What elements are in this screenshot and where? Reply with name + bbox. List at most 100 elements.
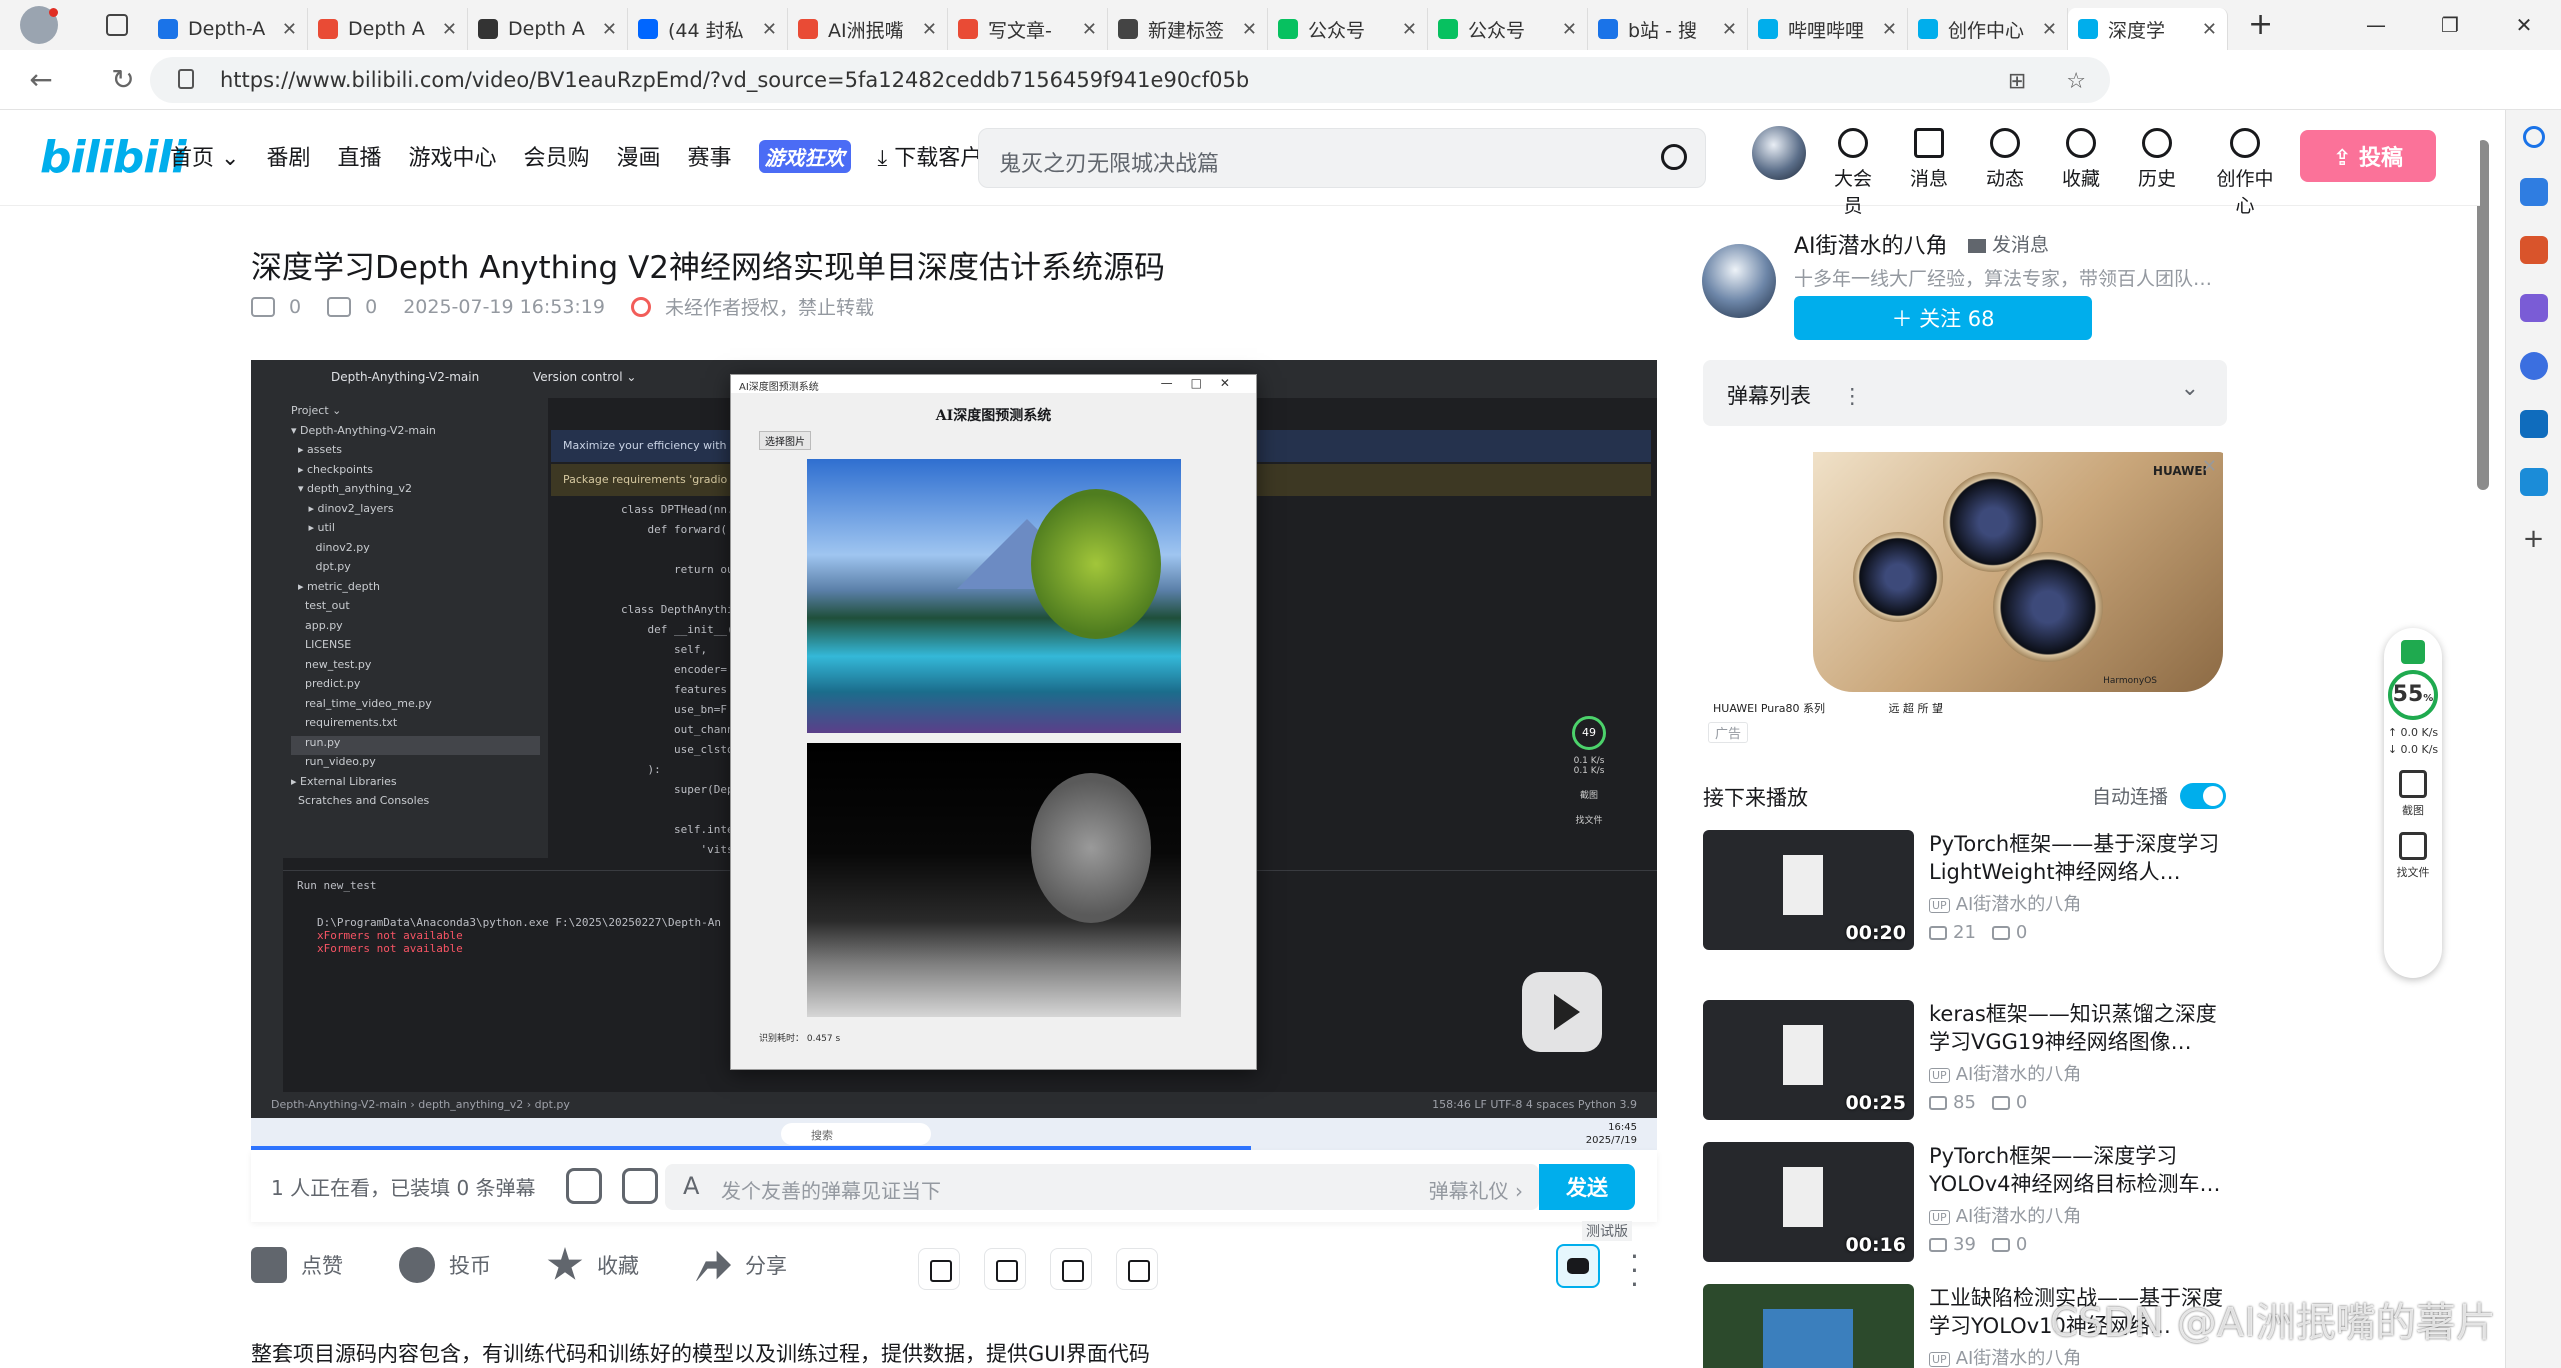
browser-tab[interactable]: AI洲抿嘴 ✕	[788, 8, 948, 50]
video-uploader[interactable]: UP AI街潜水的八角	[1929, 1202, 2081, 1228]
video-thumbnail[interactable]: 00:25	[1703, 1000, 1914, 1120]
nav-manga[interactable]: 漫画	[617, 140, 661, 173]
user-avatar[interactable]	[1752, 126, 1806, 180]
danmaku-settings-icon[interactable]	[621, 1168, 658, 1204]
video-thumbnail[interactable]: 00:16	[1703, 1142, 1914, 1262]
games-icon[interactable]	[2519, 294, 2548, 322]
report-icon[interactable]	[1116, 1248, 1158, 1290]
network-speed-widget[interactable]: 55% ↑ 0.0 K/s ↓ 0.0 K/s 截图 找文件	[2384, 628, 2442, 978]
ai-assistant-icon[interactable]	[1556, 1244, 1600, 1288]
browser-tab[interactable]: 哔哩哔哩 ✕	[1748, 8, 1908, 50]
close-tab-icon[interactable]: ✕	[1882, 19, 1897, 40]
danmaku-input[interactable]: A 发个友善的弹幕见证当下 弹幕礼仪 ›	[665, 1164, 1539, 1210]
search-input[interactable]: 鬼灭之刃无限城决战篇	[978, 128, 1706, 188]
address-bar[interactable]: https://www.bilibili.com/video/BV1eauRzp…	[150, 57, 2110, 103]
video-uploader[interactable]: UP AI街潜水的八角	[1929, 1060, 2081, 1086]
search-icon[interactable]	[2522, 126, 2545, 148]
favorites-button[interactable]: 收藏	[2056, 128, 2106, 218]
video-title-link[interactable]: keras框架——知识蒸馏之深度学习VGG19神经网络图像…	[1929, 1000, 2229, 1056]
find-file-icon[interactable]	[2399, 832, 2427, 860]
like-button[interactable]: 点赞	[251, 1247, 343, 1283]
browser-tab[interactable]: 公众号 ✕	[1268, 8, 1428, 50]
browser-tab[interactable]: Depth-A ✕	[148, 8, 308, 50]
outlook-icon[interactable]	[2519, 410, 2548, 438]
chevron-down-icon[interactable]: ⌄	[2181, 376, 2199, 401]
video-thumbnail[interactable]: 00:20	[1703, 830, 1914, 950]
browser-tab[interactable]: 深度学 ✕	[2068, 8, 2228, 50]
nav-anime[interactable]: 番剧	[266, 140, 310, 173]
nav-game-center[interactable]: 游戏中心	[408, 140, 496, 173]
dynamics-button[interactable]: 动态	[1980, 128, 2030, 218]
close-tab-icon[interactable]: ✕	[602, 19, 617, 40]
tab-actions-icon[interactable]	[106, 14, 128, 36]
close-window-button[interactable]: ✕	[2487, 0, 2561, 50]
send-icon[interactable]	[2519, 468, 2548, 496]
restore-button[interactable]: ❐	[2413, 0, 2487, 50]
close-tab-icon[interactable]: ✕	[1082, 19, 1097, 40]
danmaku-etiquette-link[interactable]: 弹幕礼仪 ›	[1429, 1175, 1523, 1204]
messages-button[interactable]: 消息	[1904, 128, 1954, 218]
autoplay-switch[interactable]	[2180, 782, 2227, 809]
back-button[interactable]: ←	[16, 63, 66, 96]
pin-icon[interactable]	[984, 1248, 1026, 1290]
close-tab-icon[interactable]: ✕	[1722, 19, 1737, 40]
vip-button[interactable]: 大会员	[1828, 128, 1878, 218]
minimize-button[interactable]: —	[2339, 0, 2413, 50]
browser-tab[interactable]: (44 封私 ✕	[628, 8, 788, 50]
close-tab-icon[interactable]: ✕	[2042, 19, 2057, 40]
play-button[interactable]	[1522, 972, 1602, 1052]
send-message-link[interactable]: 发消息	[1968, 230, 2049, 257]
nav-live[interactable]: 直播	[337, 140, 381, 173]
danmaku-list-panel[interactable]: 弹幕列表 ⋮ ⌄	[1703, 360, 2227, 426]
close-tab-icon[interactable]: ✕	[1562, 19, 1577, 40]
bilibili-logo[interactable]: bilibili	[40, 132, 186, 183]
close-tab-icon[interactable]: ✕	[2202, 19, 2217, 40]
translate-icon[interactable]: ⊞	[2008, 69, 2026, 94]
more-options-icon[interactable]: · · ·	[1630, 1243, 1639, 1299]
browser-tab[interactable]: 公众号 ✕	[1428, 8, 1588, 50]
chart-icon[interactable]	[1050, 1248, 1092, 1290]
copilot-icon[interactable]	[2519, 352, 2548, 380]
close-tab-icon[interactable]: ✕	[282, 19, 297, 40]
nav-home[interactable]: 首页 ⌄	[170, 140, 239, 173]
profile-avatar[interactable]	[20, 6, 58, 44]
creator-center-button[interactable]: 创作中心	[2208, 128, 2282, 218]
uploader-avatar[interactable]	[1702, 244, 1776, 318]
danmaku-toggle-icon[interactable]	[565, 1168, 602, 1204]
uploader-name[interactable]: AI街潜水的八角	[1794, 228, 1948, 260]
autoplay-toggle[interactable]: 自动连播	[2092, 782, 2227, 809]
recommended-video[interactable]: 00:25 keras框架——知识蒸馏之深度学习VGG19神经网络图像… UP A…	[1703, 1000, 2227, 1120]
tag-icon[interactable]	[2519, 178, 2548, 206]
game-carnival-logo[interactable]: 游戏狂欢	[758, 140, 851, 173]
danmaku-style-icon[interactable]: A	[683, 1172, 699, 1200]
upload-button[interactable]: ⇪ 投稿	[2300, 130, 2436, 182]
search-icon[interactable]	[1661, 144, 1687, 170]
browser-tab[interactable]: b站 - 搜 ✕	[1588, 8, 1748, 50]
browser-tab[interactable]: 写文章- ✕	[948, 8, 1108, 50]
video-title-link[interactable]: PyTorch框架——基于深度学习LightWeight神经网络人…	[1929, 830, 2229, 886]
recommended-video[interactable]: 00:20 PyTorch框架——基于深度学习LightWeight神经网络人……	[1703, 830, 2227, 950]
video-uploader[interactable]: UP AI街潜水的八角	[1929, 890, 2081, 916]
history-button[interactable]: 历史	[2132, 128, 2182, 218]
nav-mall[interactable]: 会员购	[523, 140, 589, 173]
favorite-button[interactable]: 收藏	[547, 1247, 639, 1283]
close-tab-icon[interactable]: ✕	[1402, 19, 1417, 40]
new-tab-button[interactable]: +	[2248, 4, 2273, 46]
close-tab-icon[interactable]: ✕	[762, 19, 777, 40]
browser-tab[interactable]: Depth A ✕	[468, 8, 628, 50]
refresh-button[interactable]: ↻	[98, 63, 148, 96]
share-button[interactable]: 分享	[695, 1247, 787, 1283]
video-thumbnail[interactable]	[1703, 1284, 1914, 1368]
follow-button[interactable]: ＋ 关注 68	[1794, 296, 2092, 340]
coin-button[interactable]: 投币	[399, 1247, 491, 1283]
close-tab-icon[interactable]: ✕	[922, 19, 937, 40]
close-tab-icon[interactable]: ✕	[442, 19, 457, 40]
send-danmaku-button[interactable]: 发送	[1539, 1164, 1635, 1210]
browser-tab[interactable]: Depth A ✕	[308, 8, 468, 50]
screenshot-icon[interactable]	[2399, 770, 2427, 798]
close-tab-icon[interactable]: ✕	[1242, 19, 1257, 40]
add-sidebar-icon[interactable]: +	[2520, 526, 2548, 554]
close-ad-icon[interactable]: ✕	[2202, 456, 2217, 477]
huawei-ad-banner[interactable]: HUAWEI ✕ HUAWEI Pura80 系列 远 超 所 望 Harmon…	[1703, 452, 2227, 752]
browser-tab[interactable]: 新建标签 ✕	[1108, 8, 1268, 50]
